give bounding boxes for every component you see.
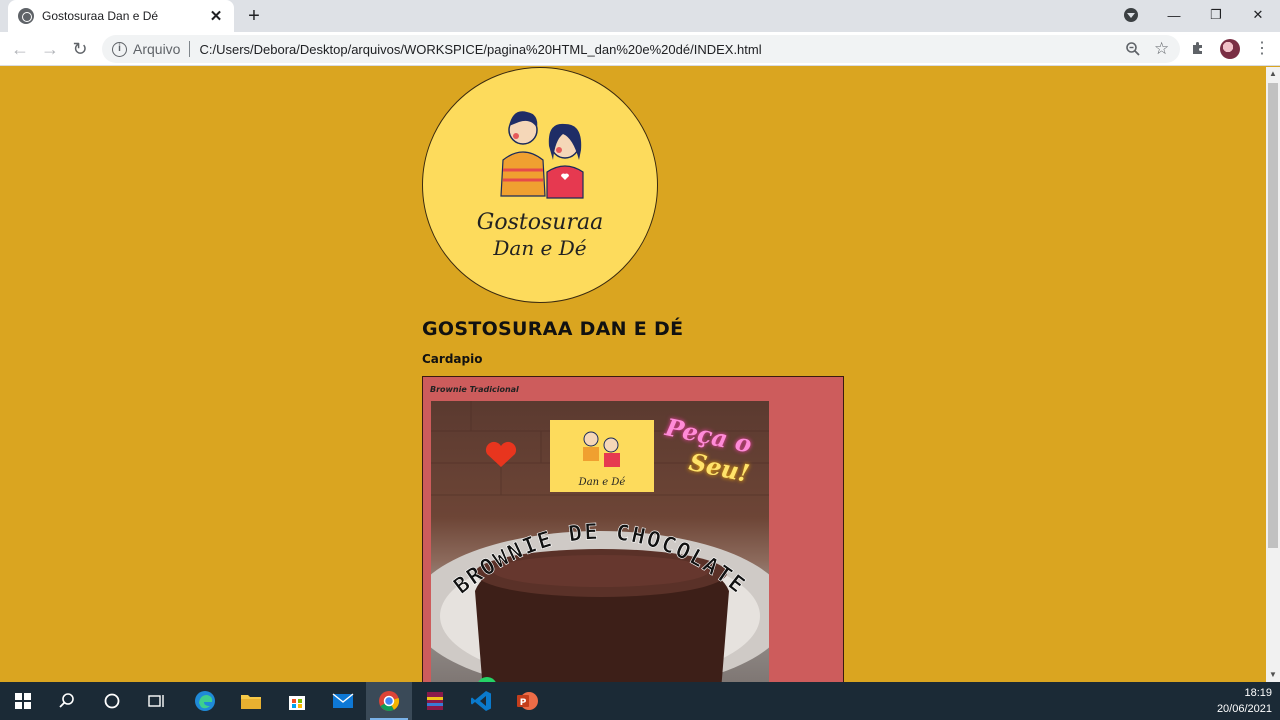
menu-heading: Cardapio — [422, 352, 483, 366]
browser-titlebar: Gostosuraa Dan e Dé ✕ + — ❐ ✕ — [0, 0, 1280, 32]
svg-text:P: P — [520, 698, 527, 708]
address-separator — [189, 41, 191, 57]
address-url[interactable]: C:/Users/Debora/Desktop/arquivos/WORKSPI… — [199, 42, 761, 57]
scrollbar-thumb[interactable] — [1268, 83, 1278, 548]
powerpoint-icon[interactable]: P — [504, 682, 550, 720]
clock-date: 20/06/2021 — [1216, 703, 1272, 715]
browser-tab[interactable]: Gostosuraa Dan e Dé ✕ — [8, 0, 234, 32]
tab-search-icon[interactable] — [1124, 8, 1138, 22]
address-bar[interactable]: i Arquivo C:/Users/Debora/Desktop/arquiv… — [102, 35, 1180, 63]
scroll-down-arrow-icon[interactable]: ▼ — [1266, 668, 1280, 682]
info-icon[interactable]: i — [112, 41, 127, 57]
chrome-menu-icon[interactable]: ⋮ — [1254, 38, 1270, 58]
scroll-up-arrow-icon[interactable]: ▲ — [1266, 67, 1280, 81]
tab-close-button[interactable]: ✕ — [208, 7, 224, 25]
forward-arrow-icon[interactable]: → — [38, 37, 62, 61]
bookmark-star-icon[interactable]: ☆ — [1154, 39, 1169, 59]
minimize-button[interactable]: — — [1152, 0, 1196, 30]
address-label: Arquivo — [133, 41, 181, 57]
task-view-icon[interactable] — [134, 682, 180, 720]
brownie-photo: Dan e Dé BROWNIE DE CHOCOLATE Peça o Seu… — [431, 401, 769, 691]
mail-icon[interactable] — [320, 682, 366, 720]
search-icon[interactable] — [44, 682, 90, 720]
file-explorer-icon[interactable] — [228, 682, 274, 720]
logo-text-line1: Gostosuraa — [476, 210, 604, 235]
brownie-arc-label: BROWNIE DE CHOCOLATE — [449, 520, 748, 600]
reload-icon[interactable]: ↻ — [68, 37, 92, 61]
globe-icon — [18, 8, 34, 24]
menu-item-card: Brownie Tradicional Dan e Dé BROWNIE DE … — [422, 376, 844, 696]
back-arrow-icon[interactable]: ← — [8, 37, 32, 61]
restore-button[interactable]: ❐ — [1194, 0, 1238, 30]
vscode-icon[interactable] — [458, 682, 504, 720]
extensions-icon[interactable] — [1190, 40, 1206, 56]
cortana-icon[interactable] — [89, 682, 135, 720]
page-scrollbar[interactable]: ▲ ▼ — [1266, 67, 1280, 682]
logo-text-line2: Dan e Dé — [493, 236, 587, 260]
page-title: GOSTOSURAA DAN E DÉ — [422, 318, 684, 340]
taskbar-clock[interactable]: 18:19 20/06/2021 — [1217, 685, 1272, 717]
zoom-icon[interactable] — [1125, 41, 1141, 57]
tab-title: Gostosuraa Dan e Dé — [42, 9, 159, 23]
edge-icon[interactable] — [182, 682, 228, 720]
menu-item-title: Brownie Tradicional — [430, 385, 519, 394]
site-logo: Gostosuraa Dan e Dé — [422, 67, 658, 303]
winrar-icon[interactable] — [412, 682, 458, 720]
close-window-button[interactable]: ✕ — [1236, 0, 1280, 30]
store-icon[interactable] — [274, 682, 320, 720]
chrome-taskbar-icon[interactable] — [366, 682, 412, 720]
profile-avatar[interactable] — [1220, 39, 1240, 59]
new-tab-button[interactable]: + — [243, 5, 265, 27]
couple-illustration — [500, 111, 584, 199]
windows-start-icon[interactable] — [0, 682, 46, 720]
windows-taskbar: P 18:19 20/06/2021 — [0, 682, 1280, 720]
browser-toolbar: ← → ↻ i Arquivo C:/Users/Debora/Desktop/… — [0, 32, 1280, 66]
clock-time: 18:19 — [1244, 687, 1272, 699]
svg-text:BROWNIE DE CHOCOLATE: BROWNIE DE CHOCOLATE — [450, 520, 751, 600]
